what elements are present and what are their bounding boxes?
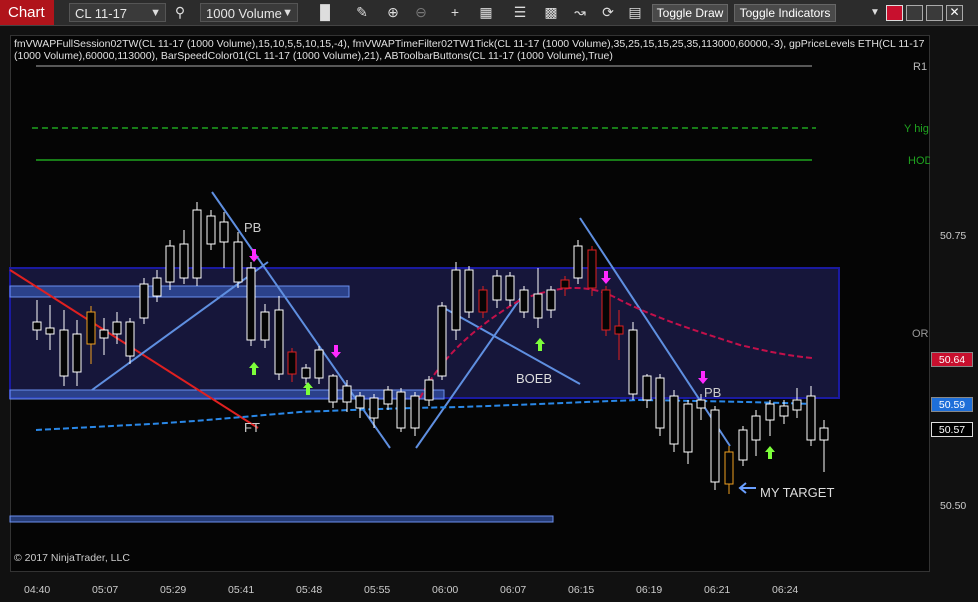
candle-body — [233, 241, 243, 283]
candle-body — [59, 329, 69, 377]
candle-body — [355, 395, 365, 409]
annotation-pb: PB — [244, 220, 261, 235]
candle-body — [601, 289, 611, 331]
candle-body — [519, 289, 529, 313]
candle-body — [451, 269, 461, 331]
arrow-up-icon — [765, 446, 775, 459]
candle-body — [314, 349, 324, 379]
candle-body — [614, 325, 624, 335]
candle-body — [560, 279, 570, 289]
time-tick: 06:07 — [500, 584, 527, 596]
or-label: OR — [912, 328, 929, 340]
r1-label: R1 — [913, 61, 927, 73]
y-high-label: Y hig — [904, 123, 929, 135]
candle-body — [165, 245, 175, 283]
candle-body — [369, 397, 379, 419]
candle-body — [342, 385, 352, 403]
time-tick: 05:41 — [228, 584, 255, 596]
candle-body — [179, 243, 189, 279]
candle-body — [669, 395, 679, 445]
level-bar — [9, 515, 554, 523]
time-tick: 04:40 — [24, 584, 51, 596]
time-tick: 05:07 — [92, 584, 119, 596]
candle-body — [464, 269, 474, 313]
annotation-boeb: BOEB — [516, 371, 552, 386]
candle-body — [738, 429, 748, 461]
price-tick: 50.50 — [940, 500, 967, 512]
time-tick: 06:19 — [636, 584, 663, 596]
hod-label: HOD — [908, 155, 933, 167]
target-arrow-icon — [738, 482, 756, 494]
candle-body — [655, 377, 665, 429]
candle-body — [72, 333, 82, 373]
candle-body — [683, 403, 693, 453]
price-axis[interactable] — [930, 35, 978, 572]
candle-body — [424, 379, 434, 401]
candle-body — [792, 399, 802, 411]
candle-body — [492, 275, 502, 301]
candle-body — [533, 293, 543, 319]
annotation-target: MY TARGET — [760, 485, 834, 500]
arrow-down-icon — [249, 249, 259, 262]
candle-body — [206, 215, 216, 245]
level-bar — [9, 389, 445, 400]
candle-body — [287, 351, 297, 375]
candle-body — [219, 221, 229, 243]
candle-body — [396, 391, 406, 429]
candle-body — [573, 245, 583, 279]
candle-body — [478, 289, 488, 313]
time-tick: 06:00 — [432, 584, 459, 596]
candle-body — [246, 267, 256, 341]
candle-body — [274, 309, 284, 375]
candle-body — [587, 249, 597, 289]
candle-body — [410, 395, 420, 429]
candle-body — [724, 451, 734, 485]
candle-body — [152, 277, 162, 297]
candle-body — [696, 399, 706, 409]
candle-body — [437, 305, 447, 377]
candle-body — [125, 321, 135, 357]
chart-canvas: PB PB BOEB FT MY TARGET R1 Y hig HOD OR — [9, 61, 933, 523]
copyright: © 2017 NinjaTrader, LLC — [14, 552, 130, 564]
indicator-legend: fmVWAPFullSession02TW(CL 11-17 (1000 Vol… — [14, 38, 930, 62]
candle-body — [819, 427, 829, 441]
candle-body — [192, 209, 202, 279]
price-tick: 50.75 — [940, 230, 967, 242]
time-tick: 06:15 — [568, 584, 595, 596]
annotation-pb: PB — [704, 385, 721, 400]
candle-body — [628, 329, 638, 395]
time-tick: 06:21 — [704, 584, 731, 596]
candle-body — [751, 415, 761, 441]
candle-body — [806, 395, 816, 441]
last-price-marker: 50.57 — [931, 422, 973, 437]
candle-body — [779, 405, 789, 417]
candle-body — [45, 327, 55, 335]
time-tick: 05:48 — [296, 584, 323, 596]
vwap-red-price-marker: 50.64 — [931, 352, 973, 367]
candle-body — [139, 283, 149, 319]
vwap-blue-price-marker: 50.59 — [931, 397, 973, 412]
candle-body — [546, 289, 556, 311]
candle-body — [383, 389, 393, 405]
annotation-ft: FT — [244, 420, 260, 435]
time-tick: 05:29 — [160, 584, 187, 596]
time-tick: 06:24 — [772, 584, 799, 596]
level-bar — [9, 285, 350, 298]
candle-body — [642, 375, 652, 401]
candle-body — [328, 375, 338, 403]
indicator-legend-line: (1000 Volume),60000,113000), BarSpeedCol… — [14, 50, 613, 62]
candle-body — [765, 403, 775, 421]
candle-body — [301, 367, 311, 379]
indicator-legend-line: fmVWAPFullSession02TW(CL 11-17 (1000 Vol… — [14, 38, 925, 50]
candle-body — [505, 275, 515, 301]
candle-body — [112, 321, 122, 335]
candle-body — [710, 409, 720, 483]
candle-body — [32, 321, 42, 331]
vwap-session-line — [35, 398, 813, 431]
time-tick: 05:55 — [364, 584, 391, 596]
time-axis[interactable] — [0, 572, 978, 602]
candle-body — [86, 311, 96, 345]
candle-body — [260, 311, 270, 341]
candle-body — [99, 329, 109, 339]
